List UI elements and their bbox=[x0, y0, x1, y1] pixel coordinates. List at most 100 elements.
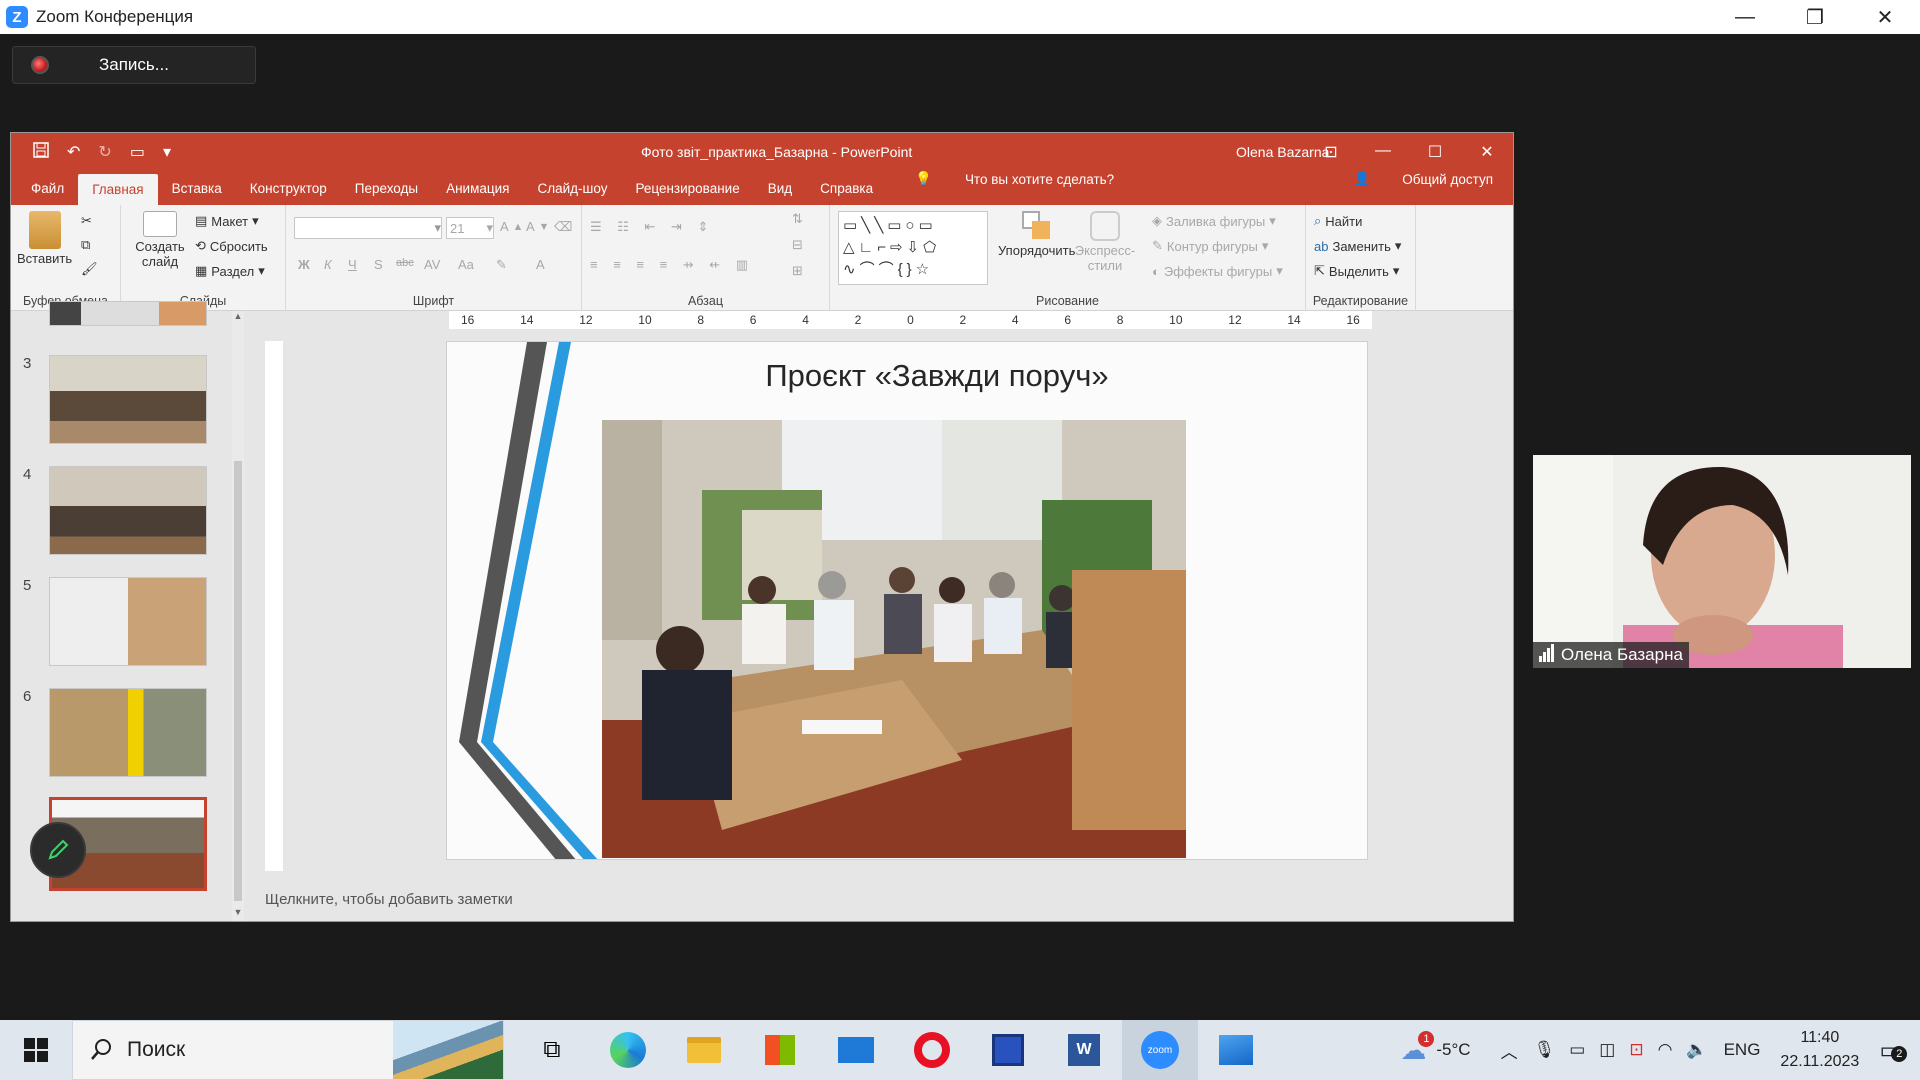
strikethrough-button[interactable]: abc bbox=[396, 257, 414, 269]
ppt-close-button[interactable]: ✕ bbox=[1461, 142, 1513, 162]
tab-animations[interactable]: Анимация bbox=[432, 181, 523, 205]
bold-button[interactable]: Ж bbox=[298, 257, 310, 272]
customize-icon[interactable]: ▾ bbox=[163, 142, 171, 163]
char-spacing-button[interactable]: AV bbox=[424, 257, 440, 272]
tab-help[interactable]: Справка bbox=[806, 181, 887, 205]
present-icon[interactable]: ▭ bbox=[130, 142, 145, 163]
photos-app[interactable] bbox=[1198, 1020, 1274, 1080]
tab-review[interactable]: Рецензирование bbox=[621, 181, 753, 205]
thumbnail-slide-6[interactable] bbox=[49, 688, 207, 777]
store-app[interactable] bbox=[742, 1020, 818, 1080]
text-direction-icon[interactable]: ⇅ bbox=[792, 211, 803, 227]
recording-indicator[interactable]: Запись... bbox=[12, 46, 256, 84]
layout-button[interactable]: ▤ Макет ▾ bbox=[195, 213, 259, 229]
smartart-icon[interactable]: ⊞ bbox=[792, 263, 803, 279]
tab-transitions[interactable]: Переходы bbox=[341, 181, 432, 205]
start-button[interactable] bbox=[0, 1038, 72, 1062]
thumbnail-slide-4[interactable] bbox=[49, 466, 207, 555]
clock[interactable]: 11:40 22.11.2023 bbox=[1780, 1026, 1859, 1074]
thumbnail-slide-3[interactable] bbox=[49, 355, 207, 444]
scroll-down-icon[interactable]: ▼ bbox=[232, 907, 244, 921]
notification-center[interactable]: ▭ 2 bbox=[1879, 1036, 1908, 1065]
taskbar-search[interactable]: Поиск bbox=[72, 1020, 504, 1080]
cut-icon[interactable]: ✂ bbox=[81, 213, 92, 229]
shrink-font-icon[interactable]: A ▼ bbox=[526, 219, 549, 234]
temperature[interactable]: -5°C bbox=[1436, 1040, 1470, 1060]
font-name-select[interactable]: ▾ bbox=[294, 217, 442, 239]
wifi-icon[interactable]: ◠ bbox=[1658, 1040, 1673, 1060]
thumbnail-scrollbar[interactable]: ▲ ▼ bbox=[232, 311, 244, 921]
highlight-icon[interactable]: ✎ bbox=[496, 257, 507, 273]
slide-title[interactable]: Проєкт «Завжди поруч» bbox=[727, 358, 1147, 394]
reset-button[interactable]: ⟲ Сбросить bbox=[195, 238, 268, 254]
ppt-maximize-button[interactable]: ☐ bbox=[1409, 142, 1461, 162]
ribbon-display-button[interactable]: ⊡ bbox=[1305, 142, 1357, 162]
opera-app[interactable] bbox=[894, 1020, 970, 1080]
change-case-button[interactable]: Aa bbox=[458, 257, 474, 272]
scroll-thumb[interactable] bbox=[234, 461, 242, 901]
tab-file[interactable]: Файл bbox=[17, 181, 78, 205]
save-icon[interactable] bbox=[33, 141, 49, 163]
italic-button[interactable]: К bbox=[324, 257, 332, 272]
tab-insert[interactable]: Вставка bbox=[158, 181, 236, 205]
replace-button[interactable]: ab Заменить ▾ bbox=[1314, 238, 1401, 254]
language-indicator[interactable]: ENG bbox=[1724, 1040, 1761, 1060]
thumbnail-slide-5[interactable] bbox=[49, 577, 207, 666]
explorer-app[interactable] bbox=[666, 1020, 742, 1080]
zoom-minimize-button[interactable]: — bbox=[1710, 0, 1780, 34]
save-app[interactable] bbox=[970, 1020, 1046, 1080]
zoom-app[interactable]: zoom bbox=[1122, 1020, 1198, 1080]
participant-video[interactable]: Олена Базарна bbox=[1533, 455, 1911, 668]
volume-icon[interactable]: 🔈 bbox=[1686, 1040, 1707, 1060]
font-color-button[interactable]: A bbox=[536, 257, 545, 272]
shadow-button[interactable]: S bbox=[374, 257, 383, 272]
grow-font-icon[interactable]: A ▲ bbox=[500, 219, 523, 234]
task-view-button[interactable]: ⧉ bbox=[514, 1020, 590, 1080]
format-painter-icon[interactable]: 🖌 bbox=[81, 261, 98, 277]
slide-canvas[interactable]: Проєкт «Завжди поруч» bbox=[446, 341, 1368, 860]
tab-home[interactable]: Главная bbox=[78, 174, 158, 205]
word-app[interactable]: W bbox=[1046, 1020, 1122, 1080]
align-text-icon[interactable]: ⊟ bbox=[792, 237, 803, 253]
slide-photo[interactable] bbox=[602, 420, 1186, 858]
list-buttons-icon[interactable]: ☰ ☷ ⇤ ⇥ ⇕ bbox=[590, 219, 714, 235]
shape-effects-button[interactable]: ◐ Эффекты фигуры ▾ bbox=[1152, 263, 1283, 279]
new-slide-button[interactable]: Создать слайд bbox=[135, 211, 185, 269]
scroll-up-icon[interactable]: ▲ bbox=[232, 311, 244, 325]
quick-styles-button[interactable]: Экспресс-стили bbox=[1072, 211, 1138, 273]
redo-icon[interactable]: ↻ bbox=[98, 142, 111, 163]
tell-me-search[interactable]: 💡 Что вы хотите сделать? bbox=[887, 171, 1142, 205]
notes-placeholder[interactable]: Щелкните, чтобы добавить заметки bbox=[265, 891, 513, 908]
find-button[interactable]: ⌕ Найти bbox=[1314, 213, 1362, 229]
ppt-minimize-button[interactable]: — bbox=[1357, 142, 1409, 162]
tab-slideshow[interactable]: Слайд-шоу bbox=[523, 181, 621, 205]
camera-icon[interactable]: ◫ bbox=[1599, 1040, 1615, 1060]
thumbnail-slide-2[interactable] bbox=[49, 301, 207, 326]
zoom-restore-button[interactable]: ❐ bbox=[1780, 0, 1850, 34]
weather-widget[interactable]: ☁ 1 bbox=[1400, 1030, 1435, 1066]
paste-button[interactable]: Вставить bbox=[17, 211, 72, 266]
clear-format-icon[interactable]: ⌫ bbox=[554, 219, 572, 235]
chevron-up-icon[interactable]: ︿ bbox=[1501, 1038, 1518, 1063]
annotate-pen-button[interactable] bbox=[30, 822, 86, 878]
zoom-close-button[interactable]: ✕ bbox=[1850, 0, 1920, 34]
battery-icon[interactable]: ▭ bbox=[1569, 1040, 1585, 1060]
font-size-select[interactable]: 21 ▾ bbox=[446, 217, 494, 239]
arrange-button[interactable]: Упорядочить bbox=[998, 211, 1075, 258]
undo-icon[interactable]: ↶ bbox=[67, 142, 80, 163]
copy-icon[interactable]: ⧉ bbox=[81, 237, 90, 253]
tab-view[interactable]: Вид bbox=[754, 181, 806, 205]
shape-fill-button[interactable]: ◈ Заливка фигуры ▾ bbox=[1152, 213, 1276, 229]
screen-record-icon[interactable]: ⊡ bbox=[1629, 1040, 1643, 1060]
tab-design[interactable]: Конструктор bbox=[236, 181, 341, 205]
align-buttons-icon[interactable]: ≡ ≡ ≡ ≡ ⇸ ⇷ ▥ bbox=[590, 257, 754, 273]
shape-outline-button[interactable]: ✎ Контур фигуры ▾ bbox=[1152, 238, 1268, 254]
microphone-icon[interactable]: 🎙 bbox=[1534, 1040, 1556, 1060]
shapes-gallery[interactable]: ▭╲╲▭○▭ △∟⌐⇨⇩⬠ ∿⌒⌒{}☆ bbox=[838, 211, 988, 285]
share-button[interactable]: 👤 Общий доступ bbox=[1325, 171, 1513, 205]
edge-app[interactable] bbox=[590, 1020, 666, 1080]
select-button[interactable]: ⇱ Выделить ▾ bbox=[1314, 263, 1399, 279]
section-button[interactable]: ▦ Раздел ▾ bbox=[195, 263, 265, 279]
underline-button[interactable]: Ч bbox=[348, 257, 357, 272]
mail-app[interactable] bbox=[818, 1020, 894, 1080]
